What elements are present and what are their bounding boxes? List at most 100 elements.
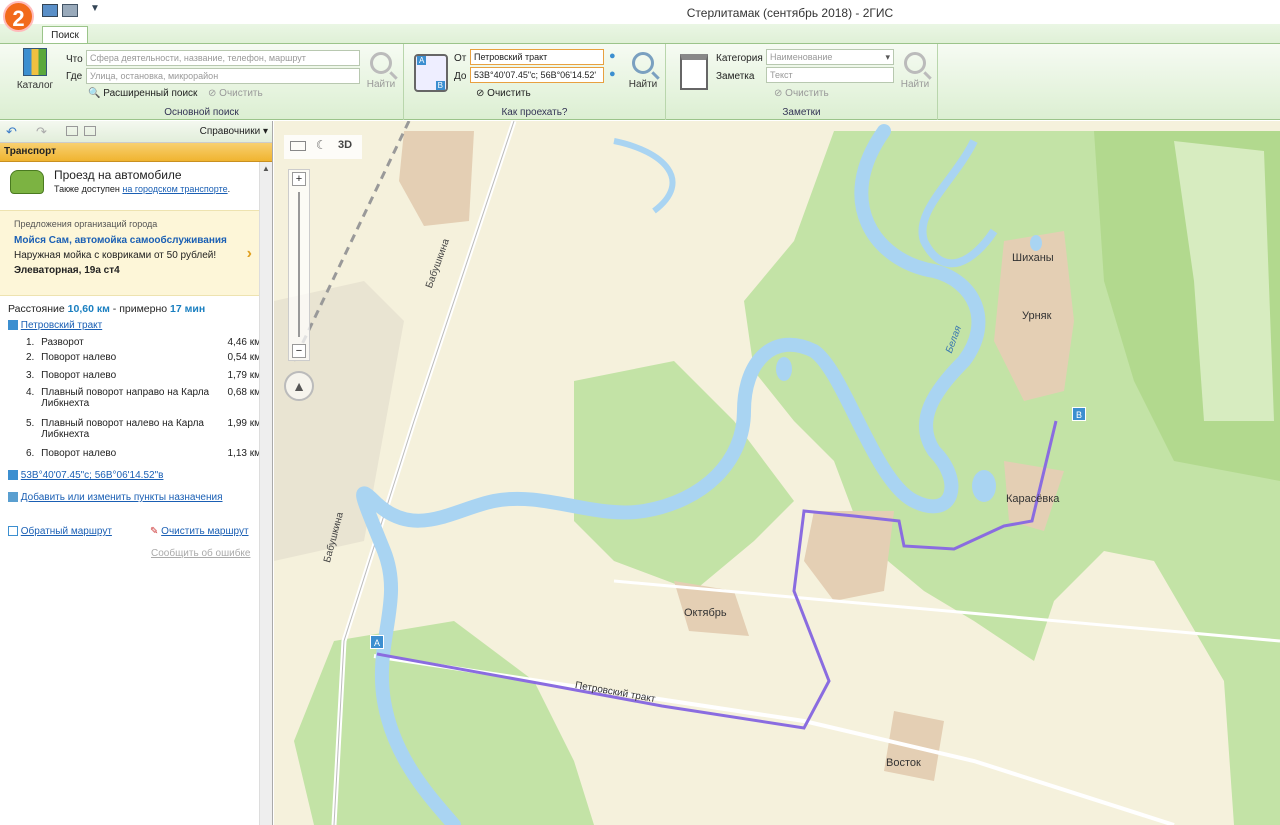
zoom-control: + − — [288, 169, 310, 361]
map-toolbar: ☾ 3D — [284, 135, 362, 159]
notes-group: Категория Наименование ▾ Заметка Текст На… — [666, 44, 938, 120]
list-icon[interactable] — [66, 126, 78, 136]
night-mode-icon[interactable]: ☾ — [316, 138, 327, 152]
zoom-slider[interactable] — [298, 192, 300, 337]
print-icon[interactable] — [84, 126, 96, 136]
clear-route-link[interactable]: ✎ Очистить маршрут — [150, 526, 249, 537]
point-b-icon — [8, 470, 18, 481]
where-input[interactable]: Улица, остановка, микрорайон — [86, 68, 360, 84]
find-button[interactable]: Найти — [364, 52, 398, 90]
step-number: 1. — [26, 337, 35, 348]
route-step[interactable]: 4. Плавный поворот направо на Карла Либк… — [26, 387, 261, 409]
start-point[interactable]: Петровский тракт — [8, 320, 102, 331]
village-label-urnyak: Урняк — [1022, 310, 1052, 322]
route-marker-b[interactable]: B — [1072, 407, 1086, 421]
public-transport-link[interactable]: на городском транспорте — [122, 184, 227, 194]
clear-search-button[interactable]: ⊘ Очистить — [208, 88, 263, 99]
where-label: Где — [66, 71, 83, 82]
main-search-group: Каталог Что Сфера деятельности, название… — [0, 44, 404, 120]
group-caption-route: Как проехать? — [501, 107, 568, 118]
step-distance: 0,54 км — [227, 352, 262, 363]
ad-address: Элеваторная, 19а ст4 — [14, 265, 120, 276]
reverse-route-link[interactable]: Обратный маршрут — [8, 526, 112, 537]
settlement-area — [804, 511, 894, 601]
to-label: До — [454, 71, 467, 82]
transport-header: Транспорт — [0, 143, 272, 162]
report-error-link[interactable]: Сообщить об ошибке — [151, 548, 250, 559]
village-label-karasevka: Карасёвка — [1006, 493, 1060, 505]
add-points-link[interactable]: Добавить или изменить пункты назначения — [8, 492, 223, 503]
step-text: Поворот налево — [41, 448, 117, 459]
route-marker-a[interactable]: A — [370, 635, 384, 649]
lake — [1030, 235, 1042, 251]
category-select[interactable]: Наименование ▾ — [766, 49, 894, 65]
point-a-icon — [8, 320, 18, 331]
map-view[interactable]: Бабушкина Бабушкина Белая Шиханы Урняк К… — [274, 121, 1280, 825]
step-number: 6. — [26, 448, 35, 459]
ruler-icon[interactable] — [290, 141, 306, 151]
from-input[interactable]: Петровский тракт — [470, 49, 604, 65]
from-pin-icon[interactable]: ● — [609, 50, 616, 62]
back-icon[interactable]: ↶ — [6, 124, 17, 140]
note-label: Заметка — [716, 71, 755, 82]
river-tributary — [613, 138, 676, 214]
route-clear-button[interactable]: ⊘ Очистить — [476, 88, 531, 99]
advanced-search-link[interactable]: 🔍 Расширенный поиск — [88, 88, 197, 99]
to-pin-icon[interactable]: ● — [609, 68, 616, 80]
car-route-title: Проезд на автомобиле — [54, 168, 182, 182]
app-logo[interactable]: 2 — [3, 1, 34, 32]
step-distance: 1,13 км — [227, 448, 262, 459]
step-number: 2. — [26, 352, 35, 363]
village-label-oktyabr: Октябрь — [684, 607, 727, 619]
step-distance: 4,46 км — [227, 337, 262, 348]
route-step[interactable]: 3. Поворот налево 1,79 км — [26, 370, 261, 381]
route-step[interactable]: 6. Поворот налево 1,13 км — [26, 448, 261, 459]
end-point[interactable]: 53В°40'07.45"с; 56В°06'14.52"в — [8, 470, 163, 481]
clear-icon: ✎ — [150, 526, 159, 537]
search-icon — [904, 52, 926, 74]
settlement-area — [399, 131, 474, 226]
edit-points-icon — [8, 492, 18, 503]
forward-icon[interactable]: ↷ — [36, 124, 47, 140]
village-label-shikhany: Шиханы — [1012, 252, 1054, 264]
category-label: Категория — [716, 53, 763, 64]
what-label: Что — [66, 54, 83, 65]
ad-block[interactable]: Предложения организаций города Мойся Сам… — [0, 210, 272, 296]
zoom-in-button[interactable]: + — [292, 172, 306, 186]
window-title: Стерлитамак (сентябрь 2018) - 2ГИС — [686, 6, 894, 20]
car-icon — [10, 170, 44, 194]
zoom-out-button[interactable]: − — [292, 344, 306, 358]
route-step[interactable]: 2. Поворот налево 0,54 км — [26, 352, 261, 363]
step-number: 5. — [26, 418, 35, 429]
3d-button[interactable]: 3D — [338, 139, 352, 151]
route-step[interactable]: 5. Плавный поворот налево на Карла Либкн… — [26, 418, 261, 440]
route-group: AB От Петровский тракт До 53В°40'07.45"с… — [404, 44, 666, 120]
route-summary: Расстояние 10,60 км - примерно 17 мин — [8, 303, 206, 315]
step-text: Плавный поворот направо на Карла Либкнех… — [41, 387, 210, 409]
title-bar: 2 ▼ Стерлитамак (сентябрь 2018) - 2ГИС — [0, 0, 1280, 32]
note-input[interactable]: Текст — [766, 67, 894, 83]
to-input[interactable]: 53В°40'07.45"с; 56В°06'14.52' — [470, 67, 604, 83]
step-number: 3. — [26, 370, 35, 381]
ribbon: Каталог Что Сфера деятельности, название… — [0, 43, 1280, 120]
search-icon — [632, 52, 654, 74]
chevron-right-icon[interactable]: › — [247, 245, 252, 263]
chevron-down-icon: ▾ — [885, 52, 890, 62]
what-input[interactable]: Сфера деятельности, название, телефон, м… — [86, 50, 360, 66]
group-caption-notes: Заметки — [782, 107, 821, 118]
lake — [972, 470, 996, 502]
search-icon — [370, 52, 392, 74]
directories-menu[interactable]: Справочники ▾ — [200, 126, 268, 137]
map-canvas[interactable] — [274, 121, 1280, 825]
compass-icon[interactable]: ▲ — [284, 371, 314, 401]
notes-clear-button[interactable]: ⊘ Очистить — [774, 88, 829, 99]
panel-scrollbar[interactable]: ▲ — [259, 162, 272, 825]
ad-title[interactable]: Мойся Сам, автомойка самообслуживания — [14, 235, 258, 246]
catalog-button[interactable]: Каталог — [10, 48, 60, 91]
route-step[interactable]: 1. Разворот 4,46 км — [26, 337, 261, 348]
step-distance: 0,68 км — [227, 387, 262, 398]
notes-icon — [680, 54, 708, 90]
route-find-button[interactable]: Найти — [626, 52, 660, 90]
ad-text: Наружная мойка с ковриками от 50 рублей! — [14, 250, 217, 261]
notes-find-button[interactable]: Найти — [898, 52, 932, 90]
